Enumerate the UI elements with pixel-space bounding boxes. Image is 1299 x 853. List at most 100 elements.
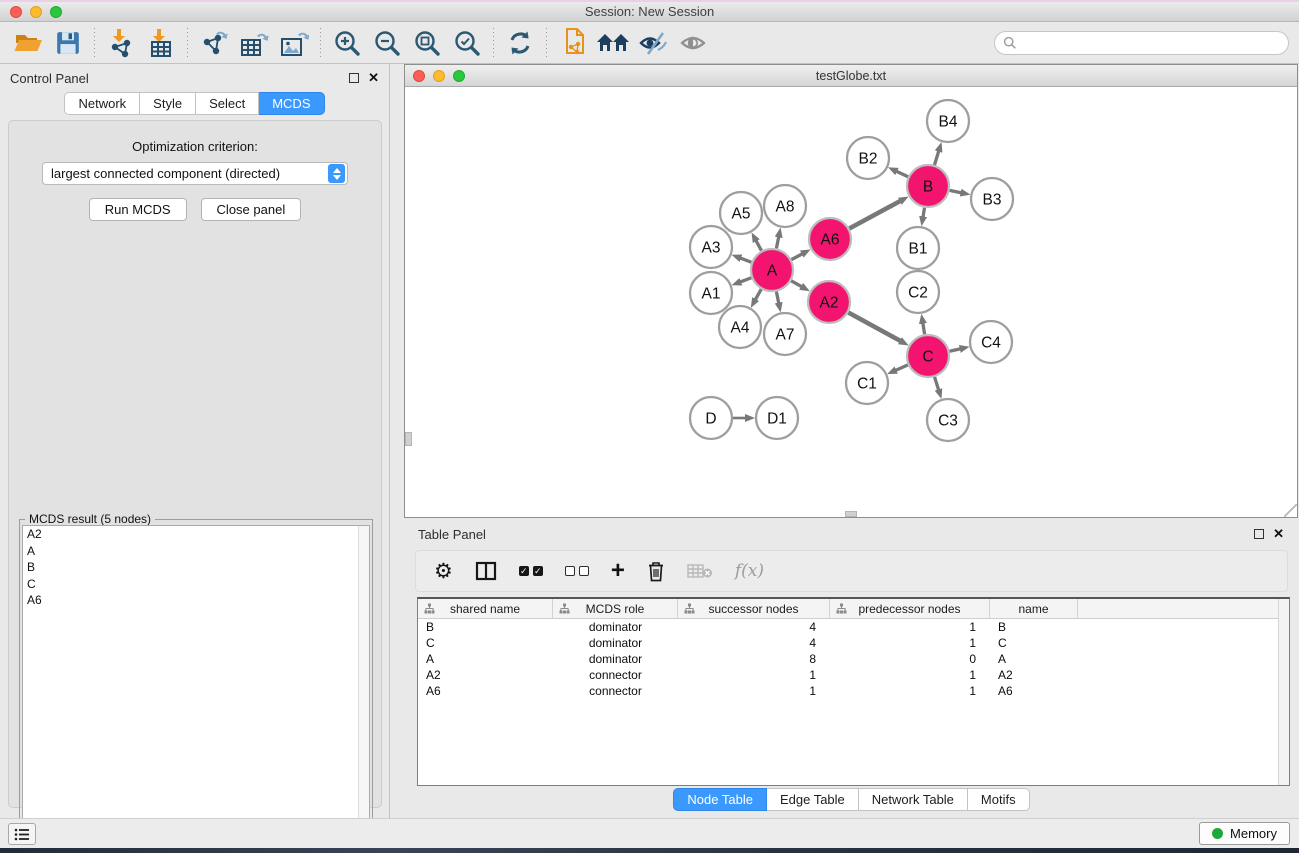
- unselect-all-columns-button[interactable]: [565, 566, 589, 576]
- mcds-result-item[interactable]: A: [23, 543, 369, 560]
- graph-edge-A-A8[interactable]: [776, 236, 778, 248]
- table-row-C[interactable]: Cdominator41C: [418, 635, 1289, 651]
- open-session-button[interactable]: [8, 25, 48, 61]
- export-table-button[interactable]: [234, 25, 274, 61]
- run-mcds-button[interactable]: Run MCDS: [89, 198, 187, 221]
- graph-edge-A-A1[interactable]: [740, 278, 751, 282]
- export-network-icon: [199, 28, 229, 58]
- mcds-result-item[interactable]: A6: [23, 592, 369, 609]
- graph-edge-C-C4[interactable]: [949, 349, 960, 352]
- graph-edge-A-A3[interactable]: [740, 258, 751, 262]
- zoom-fit-button[interactable]: [407, 25, 447, 61]
- table-float-icon[interactable]: [1254, 529, 1264, 539]
- network-canvas[interactable]: B4B2BB3A8A5A6A3B1AC2A1A2A4A7C4CC1C3DD1: [405, 87, 1297, 517]
- function-builder-button[interactable]: f(x): [735, 561, 764, 581]
- tab-style[interactable]: Style: [140, 92, 196, 115]
- table-row-A[interactable]: Adominator80A: [418, 651, 1289, 667]
- graph-edge-A2-C[interactable]: [848, 313, 900, 342]
- delete-table-icon: [687, 563, 713, 579]
- tab-edge-table[interactable]: Edge Table: [767, 788, 859, 811]
- zoom-selected-button[interactable]: [447, 25, 487, 61]
- network-graph[interactable]: B4B2BB3A8A5A6A3B1AC2A1A2A4A7C4CC1C3DD1: [405, 87, 1297, 517]
- tab-motifs[interactable]: Motifs: [968, 788, 1030, 811]
- table-settings-button[interactable]: ⚙: [434, 561, 453, 581]
- column-header-MCDS-role[interactable]: MCDS role: [553, 599, 678, 619]
- graph-edge-B-B1[interactable]: [923, 208, 925, 218]
- select-all-columns-button[interactable]: ✓ ✓: [519, 566, 543, 576]
- new-network-from-selection-button[interactable]: [553, 25, 593, 61]
- mcds-result-item[interactable]: C: [23, 576, 369, 593]
- memory-button[interactable]: Memory: [1199, 822, 1290, 845]
- memory-label: Memory: [1230, 826, 1277, 841]
- network-window-titlebar: testGlobe.txt: [405, 65, 1297, 87]
- graph-edge-A-A5[interactable]: [756, 240, 762, 250]
- export-network-button[interactable]: [194, 25, 234, 61]
- import-table-button[interactable]: [141, 25, 181, 61]
- home-button[interactable]: [593, 25, 633, 61]
- graph-edge-C-C3[interactable]: [935, 377, 939, 390]
- mcds-result-list[interactable]: A2ABCA6: [22, 525, 370, 853]
- task-history-button[interactable]: [8, 823, 36, 845]
- result-list-scrollbar[interactable]: [358, 526, 369, 853]
- network-window-title: testGlobe.txt: [405, 69, 1297, 83]
- float-panel-icon[interactable]: [349, 73, 359, 83]
- tab-network[interactable]: Network: [64, 92, 140, 115]
- column-header-shared-name[interactable]: shared name: [418, 599, 553, 619]
- cell-successor-nodes: 4: [678, 619, 830, 635]
- show-columns-button[interactable]: [475, 561, 497, 581]
- graph-edge-A-A6[interactable]: [791, 254, 802, 260]
- horizontal-scroll-thumb[interactable]: [845, 511, 857, 517]
- vertical-scroll-thumb[interactable]: [405, 432, 412, 446]
- search-input[interactable]: [1017, 36, 1288, 51]
- column-header-predecessor-nodes[interactable]: predecessor nodes: [830, 599, 990, 619]
- table-row-B[interactable]: Bdominator41B: [418, 619, 1289, 635]
- zoom-in-button[interactable]: [327, 25, 367, 61]
- resize-grip[interactable]: [1284, 504, 1297, 517]
- tab-node-table[interactable]: Node Table: [673, 788, 767, 811]
- zoom-out-button[interactable]: [367, 25, 407, 61]
- graph-edge-B-B2[interactable]: [896, 171, 908, 177]
- apply-layout-button[interactable]: [500, 25, 540, 61]
- criterion-select[interactable]: largest connected component (directed): [42, 162, 348, 185]
- show-view-button[interactable]: [673, 25, 713, 61]
- table-close-icon[interactable]: ✕: [1273, 529, 1284, 539]
- import-network-button[interactable]: [101, 25, 141, 61]
- column-header-name[interactable]: name: [990, 599, 1078, 619]
- create-column-button[interactable]: +: [611, 561, 625, 581]
- mcds-result-item[interactable]: B: [23, 559, 369, 576]
- cell-MCDS-role: connector: [553, 683, 678, 699]
- column-label: MCDS role: [586, 602, 645, 616]
- graph-edge-A-A2[interactable]: [791, 281, 802, 287]
- table-row-A6[interactable]: A6connector11A6: [418, 683, 1289, 699]
- table-row-A2[interactable]: A2connector11A2: [418, 667, 1289, 683]
- houses-icon: [596, 30, 630, 56]
- graph-edge-C-C1[interactable]: [895, 365, 908, 371]
- tab-mcds[interactable]: MCDS: [259, 92, 324, 115]
- export-image-button[interactable]: [274, 25, 314, 61]
- tab-select[interactable]: Select: [196, 92, 259, 115]
- graph-edge-C-C2[interactable]: [923, 323, 925, 335]
- table-scrollbar[interactable]: [1278, 599, 1289, 785]
- graph-edge-A-A4[interactable]: [755, 289, 761, 300]
- open-folder-icon: [13, 30, 43, 56]
- status-bar: Memory: [0, 818, 1299, 848]
- graph-node-label-A8: A8: [776, 199, 795, 216]
- delete-column-button[interactable]: [647, 561, 665, 582]
- graph-edge-B-B4[interactable]: [934, 151, 938, 165]
- search-box[interactable]: [994, 31, 1289, 55]
- eye-slash-icon: [638, 30, 668, 56]
- close-panel-icon[interactable]: ✕: [368, 73, 379, 83]
- hide-graphics-details-button[interactable]: [633, 25, 673, 61]
- graph-edge-B-B3[interactable]: [950, 190, 962, 192]
- columns-icon: [475, 561, 497, 581]
- mcds-result-item[interactable]: A2: [23, 526, 369, 543]
- column-header-successor-nodes[interactable]: successor nodes: [678, 599, 830, 619]
- graph-edge-A-A7[interactable]: [776, 292, 778, 304]
- network-view-window: testGlobe.txt B4B2BB3A8A5A6A3B1AC2A1A2A4…: [404, 64, 1298, 518]
- save-session-button[interactable]: [48, 25, 88, 61]
- graph-node-label-C2: C2: [908, 285, 928, 302]
- graph-edge-A6-B[interactable]: [849, 201, 900, 229]
- tab-network-table[interactable]: Network Table: [859, 788, 968, 811]
- delete-table-button[interactable]: [687, 563, 713, 579]
- close-panel-button[interactable]: Close panel: [201, 198, 302, 221]
